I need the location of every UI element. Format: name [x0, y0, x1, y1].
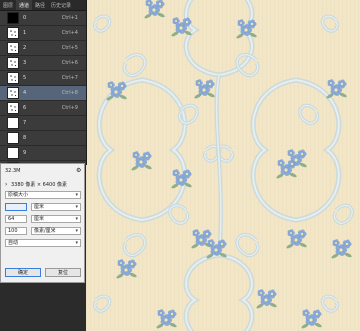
channel-row[interactable]: 3 Ctrl+6: [0, 56, 86, 71]
visibility-icon[interactable]: [0, 11, 5, 25]
channel-shortcut: Ctrl+5: [61, 45, 78, 51]
channel-name: 0: [23, 15, 27, 21]
channel-name: 2: [23, 45, 27, 51]
channel-thumbnail: [7, 132, 19, 144]
width-input[interactable]: [5, 203, 27, 211]
channels-panel: 图层 通道 路径 历史记录 0 Ctrl+1 1 Ctrl+4 2 Ctrl+5 3 Ctrl+6 5…: [0, 0, 87, 176]
channel-row[interactable]: 7: [0, 116, 86, 131]
dimensions-text: 3380 像素 × 6400 像素: [11, 182, 67, 188]
height-input[interactable]: 64: [5, 215, 27, 223]
channel-thumbnail: [7, 27, 19, 39]
panel-tab[interactable]: 通道: [16, 0, 33, 10]
channel-row[interactable]: 5 Ctrl+7: [0, 71, 86, 86]
channel-shortcut: Ctrl+7: [61, 75, 78, 81]
channel-shortcut: Ctrl+9: [61, 105, 78, 111]
fit-to-value: 原稿大小: [8, 192, 29, 198]
channel-row[interactable]: 4 Ctrl+8: [0, 86, 86, 101]
visibility-icon[interactable]: [0, 146, 5, 160]
visibility-icon[interactable]: [0, 71, 5, 85]
channel-thumbnail: [7, 72, 19, 84]
channel-name: 9: [23, 150, 27, 156]
chevron-icon[interactable]: ›: [5, 181, 7, 188]
channel-name: 6: [23, 105, 27, 111]
channel-thumbnail: [7, 42, 19, 54]
channel-row[interactable]: 8: [0, 131, 86, 146]
gear-icon[interactable]: ⚙: [76, 167, 81, 174]
visibility-icon[interactable]: [0, 26, 5, 40]
visibility-icon[interactable]: [0, 56, 5, 70]
channel-thumbnail: [7, 12, 19, 24]
channel-name: 8: [23, 135, 27, 141]
reset-button[interactable]: 复位: [45, 268, 81, 277]
panel-tab[interactable]: 路径: [32, 0, 48, 10]
visibility-icon[interactable]: [0, 101, 5, 115]
visibility-icon[interactable]: [0, 86, 5, 100]
panel-tab[interactable]: 图层: [0, 0, 16, 10]
panel-tabs: 图层 通道 路径 历史记录: [0, 0, 86, 11]
channel-shortcut: Ctrl+6: [61, 60, 78, 66]
resample-value: 自动: [8, 240, 19, 246]
visibility-icon[interactable]: [0, 131, 5, 145]
channel-thumbnail: [7, 117, 19, 129]
channel-name: 1: [23, 30, 27, 36]
channel-row[interactable]: 6 Ctrl+9: [0, 101, 86, 116]
height-unit-value: 厘米: [34, 216, 45, 222]
fit-to-select[interactable]: 原稿大小 ▾: [5, 191, 81, 199]
channel-row[interactable]: 1 Ctrl+4: [0, 26, 86, 41]
resolution-unit-select[interactable]: 像素/厘米 ▾: [31, 227, 81, 235]
select-arrow-icon: ▾: [75, 204, 78, 210]
channel-shortcut: Ctrl+8: [61, 90, 78, 96]
select-arrow-icon: ▾: [75, 216, 78, 222]
ok-button[interactable]: 确定: [5, 268, 41, 277]
channel-name: 5: [23, 75, 27, 81]
select-arrow-icon: ▾: [75, 240, 78, 246]
channel-row[interactable]: 2 Ctrl+5: [0, 41, 86, 56]
channel-name: 3: [23, 60, 27, 66]
channel-thumbnail: [7, 87, 19, 99]
select-arrow-icon: ▾: [75, 228, 78, 234]
channel-thumbnail: [7, 102, 19, 114]
width-unit-value: 厘米: [34, 204, 45, 210]
channel-name: 4: [23, 90, 27, 96]
panel-tab[interactable]: 历史记录: [48, 0, 74, 10]
channel-row[interactable]: 9: [0, 146, 86, 161]
channel-name: 7: [23, 120, 27, 126]
image-size-label: 32.3M: [5, 168, 21, 174]
wallpaper-pattern: [92, 0, 354, 331]
visibility-icon[interactable]: [0, 41, 5, 55]
width-unit-select[interactable]: 厘米 ▾: [31, 203, 81, 211]
channel-list: 0 Ctrl+1 1 Ctrl+4 2 Ctrl+5 3 Ctrl+6 5 Ctrl+7 4 Ctrl…: [0, 11, 86, 176]
channel-thumbnail: [7, 147, 19, 159]
document-canvas[interactable]: [86, 0, 360, 331]
height-unit-select[interactable]: 厘米 ▾: [31, 215, 81, 223]
image-size-dialog: 32.3M ⚙ › 3380 像素 × 6400 像素 原稿大小 ▾ 厘米 ▾ 64…: [0, 163, 85, 283]
resolution-input[interactable]: 100: [5, 227, 27, 235]
resample-select[interactable]: 自动 ▾: [5, 239, 81, 247]
resolution-unit-value: 像素/厘米: [34, 228, 56, 234]
select-arrow-icon: ▾: [75, 192, 78, 198]
channel-shortcut: Ctrl+1: [61, 15, 78, 21]
visibility-icon[interactable]: [0, 116, 5, 130]
channel-thumbnail: [7, 57, 19, 69]
channel-shortcut: Ctrl+4: [61, 30, 78, 36]
channel-row[interactable]: 0 Ctrl+1: [0, 11, 86, 26]
